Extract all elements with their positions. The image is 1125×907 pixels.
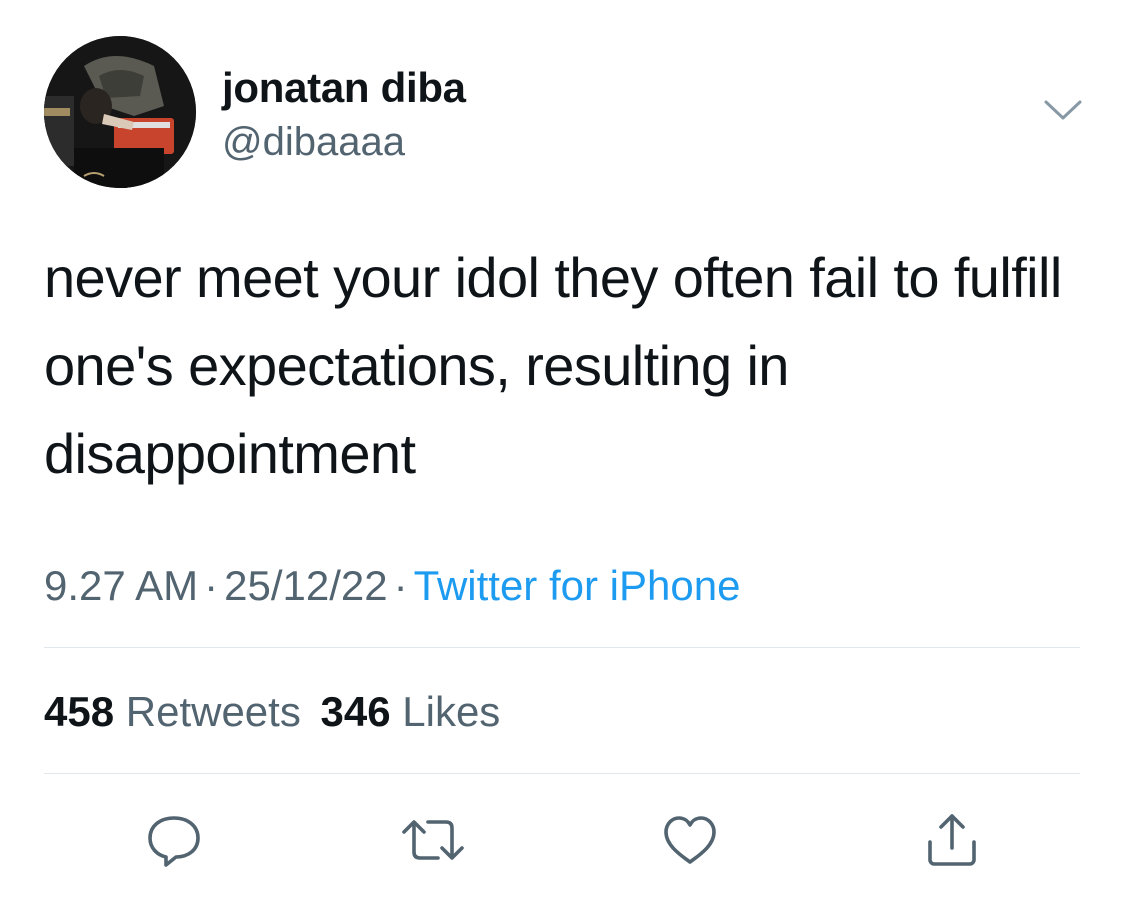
avatar[interactable] (44, 36, 196, 188)
like-button[interactable] (660, 810, 720, 870)
user-handle[interactable]: @dibaaaa (222, 118, 405, 166)
likes-count: 346 (320, 688, 391, 735)
tweet-source-link[interactable]: Twitter for iPhone (414, 562, 741, 609)
chevron-down-icon[interactable] (1040, 96, 1086, 126)
retweet-button[interactable] (398, 810, 464, 870)
reply-button[interactable] (144, 810, 204, 870)
retweets-label: Retweets (125, 688, 301, 735)
meta-separator: · (204, 562, 219, 609)
retweets-stat[interactable]: 458 Retweets (44, 688, 313, 735)
likes-stat[interactable]: 346 Likes (321, 688, 501, 735)
tweet-date: 25/12/22 (224, 562, 388, 609)
retweet-icon (402, 820, 464, 860)
likes-label: Likes (402, 688, 501, 735)
tweet-metadata: 9.27 AM · 25/12/22 · Twitter for iPhone (44, 560, 740, 612)
tweet-stats: 458 Retweets 346 Likes (44, 686, 500, 738)
tweet-text: never meet your idol they often fail to … (44, 246, 1062, 485)
reply-icon (148, 816, 200, 867)
avatar-photo-icon (44, 36, 196, 188)
tweet-time: 9.27 AM (44, 562, 199, 609)
share-button[interactable] (922, 810, 982, 870)
retweets-count: 458 (44, 688, 115, 735)
divider (44, 647, 1080, 648)
display-name[interactable]: jonatan diba (222, 62, 466, 114)
share-icon (928, 814, 976, 866)
heart-icon (664, 816, 716, 864)
meta-separator: · (393, 562, 408, 609)
divider (44, 773, 1080, 774)
